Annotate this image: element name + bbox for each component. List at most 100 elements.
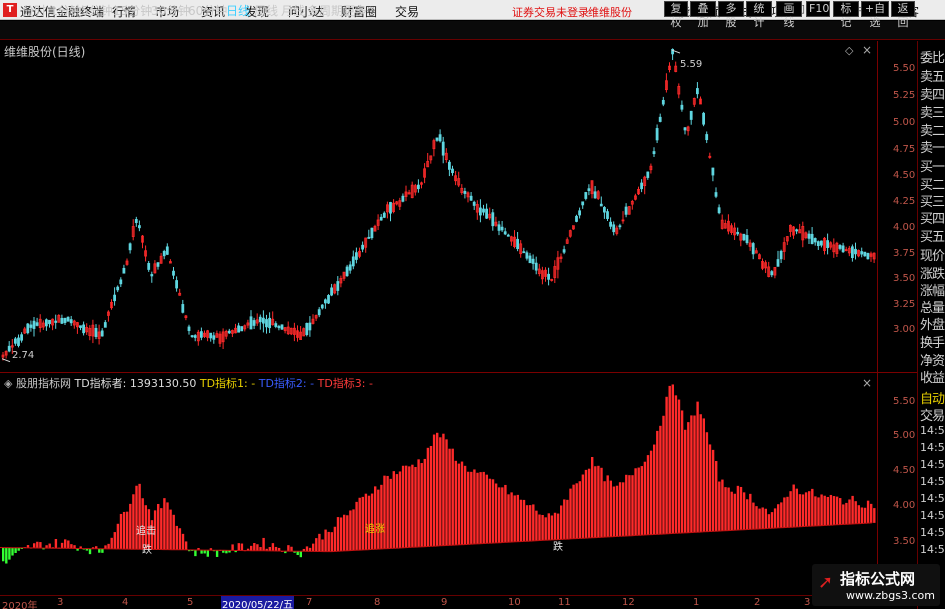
btn-f10[interactable]: F10 xyxy=(806,1,830,17)
indicator-bar xyxy=(541,514,544,541)
candlestick-chart[interactable] xyxy=(0,41,878,371)
diamond-icon[interactable]: ◇ xyxy=(845,44,853,57)
more-chevron-icon[interactable]: › xyxy=(369,2,374,16)
period-multi[interactable]: 多周期 xyxy=(307,2,343,19)
candle-body xyxy=(348,264,352,271)
btn-biaoji[interactable]: 标记 xyxy=(833,1,859,29)
candle-body xyxy=(370,227,374,239)
indicator-bar xyxy=(318,533,321,552)
period-5min[interactable]: 5分钟 xyxy=(81,2,113,19)
indicator-bar xyxy=(116,523,120,550)
indicator-bar xyxy=(392,471,395,549)
indicator-bar xyxy=(253,543,256,551)
indicator-bar xyxy=(600,467,603,538)
login-status[interactable]: 证券交易未登录 xyxy=(512,4,589,20)
indicator-chart[interactable] xyxy=(0,373,878,595)
indicator-bar xyxy=(606,475,609,538)
candle-body xyxy=(472,201,476,206)
date-tick: 3 xyxy=(804,597,811,608)
candle-body xyxy=(497,224,501,231)
indicator-bar xyxy=(172,514,175,550)
date-tick: 10 xyxy=(508,597,521,608)
btn-tongji[interactable]: 统计 xyxy=(746,1,772,29)
indicator-bar xyxy=(804,492,808,527)
indicator-bar xyxy=(547,513,550,541)
candle-body xyxy=(658,116,662,122)
indicator-bar xyxy=(39,542,42,549)
indicator-bar xyxy=(603,481,606,538)
indicator-bar xyxy=(860,507,864,524)
low-price-label: 2.74 xyxy=(12,350,35,361)
btn-duogu[interactable]: 多股 xyxy=(718,1,744,29)
indicator-bar xyxy=(157,503,160,550)
indicator-bar xyxy=(494,483,498,543)
candle-body xyxy=(181,304,185,313)
indicator-bar xyxy=(448,448,451,546)
candle-body xyxy=(624,206,628,215)
indicator-bar xyxy=(401,465,405,548)
indicator-bar xyxy=(166,502,169,550)
indicator-bar xyxy=(240,543,244,551)
indicator-bar xyxy=(777,504,780,528)
close-indicator-icon[interactable]: × xyxy=(862,376,872,390)
indicator-bar xyxy=(839,498,842,525)
date-tick: 3 xyxy=(57,597,64,608)
candle-body xyxy=(469,195,473,201)
candle-body xyxy=(69,319,73,324)
indicator-bar xyxy=(578,481,581,539)
indicator-bar xyxy=(398,471,402,549)
period-30min[interactable]: 30分钟 xyxy=(151,2,190,19)
candle-body xyxy=(147,263,151,270)
period-monthly[interactable]: 月线 xyxy=(281,2,305,19)
indicator-bar xyxy=(553,512,557,540)
indicator-bar xyxy=(674,395,678,534)
indicator-bar xyxy=(649,450,653,535)
candle-body xyxy=(45,319,48,327)
indicator-bar xyxy=(184,541,188,550)
candle-body xyxy=(162,250,166,257)
period-1min[interactable]: 1分钟 xyxy=(50,2,82,19)
period-more[interactable]: 更多 xyxy=(343,2,367,19)
indicator-bar xyxy=(361,496,364,550)
candle-body xyxy=(261,317,265,324)
close-pane-icon[interactable]: × xyxy=(862,43,872,57)
indicator-bar xyxy=(814,496,817,526)
indicator-bar xyxy=(110,537,113,549)
indicator-bar xyxy=(504,484,507,543)
candle-body xyxy=(609,221,612,227)
indicator-bar xyxy=(798,494,802,527)
indicator-bar xyxy=(702,418,705,532)
indicator-bar xyxy=(132,494,135,550)
period-weekly[interactable]: 周线 xyxy=(254,2,278,19)
indicator-bar xyxy=(612,486,616,537)
period-daily[interactable]: 日线 xyxy=(226,2,250,19)
indicator-bar xyxy=(538,514,541,541)
btn-fuquan[interactable]: 复权 xyxy=(664,1,688,29)
btn-add-watchlist[interactable]: +自选 xyxy=(861,1,889,29)
candle-body xyxy=(711,167,715,176)
menu-jiaoyi[interactable]: 交易 xyxy=(395,3,419,20)
side-trade[interactable]: 交易 xyxy=(920,405,945,424)
indicator-bar xyxy=(569,488,572,539)
indicator-bar xyxy=(463,465,467,545)
candle-body xyxy=(702,112,705,125)
btn-huaxian[interactable]: 画线 xyxy=(776,1,802,29)
indicator-label: ◈ 股朋指标网 TD指标者: 1393130.50 TD指标1: - TD指标2… xyxy=(4,375,373,391)
indicator-bar xyxy=(826,496,829,526)
candle-body xyxy=(717,207,721,214)
side-outer: 外盘 xyxy=(920,318,945,333)
indicator-bar xyxy=(67,540,70,549)
btn-back[interactable]: 返回 xyxy=(891,1,915,29)
indicator-bar xyxy=(817,497,820,526)
period-60min[interactable]: 60分钟 xyxy=(188,2,227,19)
indicator-bar xyxy=(532,504,535,541)
candle-body xyxy=(48,319,51,325)
candle-body xyxy=(593,191,597,199)
indicator-bar xyxy=(587,468,591,538)
date-tick: 11 xyxy=(558,597,571,608)
candle-body xyxy=(327,295,330,304)
period-fenshi[interactable]: 分时 xyxy=(22,2,46,19)
indicator-bar xyxy=(563,499,566,540)
period-15min[interactable]: 15分钟 xyxy=(113,2,152,19)
btn-diejia[interactable]: 叠加 xyxy=(690,1,716,29)
